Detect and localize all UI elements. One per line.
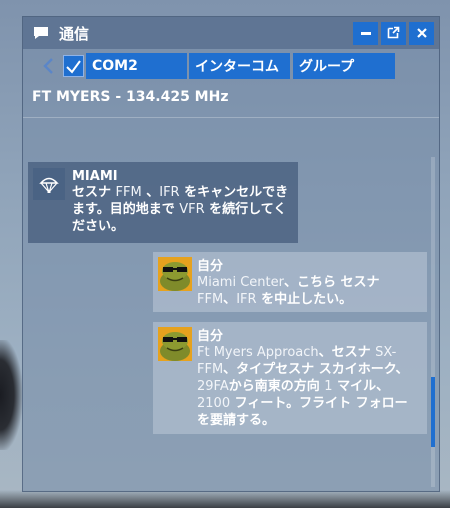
message-body: Miami Center、こちら セスナ FFM、IFR を中止したい。	[197, 274, 419, 308]
scrollbar[interactable]	[431, 157, 435, 487]
close-icon	[416, 24, 428, 43]
pilot-frog-avatar	[158, 327, 192, 361]
message-self: 自分 Miami Center、こちら セスナ FFM、IFR を中止したい。	[153, 252, 427, 312]
message-text-run: を中止したい。	[256, 292, 353, 307]
message-sender: 自分	[197, 329, 224, 344]
title-bar[interactable]: 通信	[23, 17, 439, 49]
message-text-run: 、	[141, 185, 160, 200]
message-text-run: 、	[223, 292, 237, 307]
message-text-run: VFR	[179, 202, 205, 217]
chat-icon	[33, 25, 49, 39]
minimize-button[interactable]	[353, 22, 378, 45]
frequency-label: FT MYERS - 134.425 MHz	[32, 89, 229, 105]
message-text-run: セスナ	[72, 185, 116, 200]
message-text-run: 2100	[197, 396, 231, 411]
tab-bar: COM2 インターコム グループ	[23, 53, 439, 79]
message-text-run: Miami Center	[197, 275, 284, 290]
tab-intercom-label: インターコム	[195, 59, 279, 75]
close-button[interactable]	[409, 22, 434, 45]
scrollbar-thumb[interactable]	[431, 377, 435, 447]
comms-window: 通信 COM2 インターコム グループ FT MYERS - 134.425 M…	[22, 16, 440, 492]
message-text-run: マイル、	[332, 379, 390, 394]
pilot-frog-avatar	[158, 257, 192, 291]
divider	[23, 117, 439, 118]
message-text-run: 、タイプセスナ スカイホーク、	[223, 362, 409, 377]
message-text-run: 、こちら セスナ	[283, 275, 380, 290]
message-self: 自分 Ft Myers Approach、セスナ SX-FFM、タイプセスナ ス…	[153, 322, 427, 434]
window-title: 通信	[59, 25, 90, 43]
message-text-run: 、セスナ	[318, 345, 376, 360]
tab-select-checkbox[interactable]	[63, 55, 84, 77]
message-text-run: FFM	[197, 292, 224, 307]
message-atc: MIAMI セスナ FFM 、IFR をキャンセルできます。目的地まで VFR …	[28, 162, 298, 243]
message-body: セスナ FFM 、IFR をキャンセルできます。目的地まで VFR を続行してく…	[72, 184, 290, 235]
popout-icon	[387, 24, 400, 43]
atc-parachute-icon	[33, 168, 65, 200]
message-text-run: FFM	[115, 185, 142, 200]
message-sender: 自分	[197, 259, 224, 274]
checkmark-icon	[64, 60, 83, 80]
chevron-left-icon	[39, 58, 61, 81]
tab-back-button[interactable]	[39, 55, 61, 77]
message-text-run: Ft Myers Approach	[197, 345, 319, 360]
tab-group-label: グループ	[299, 59, 355, 75]
tab-intercom[interactable]: インターコム	[189, 53, 290, 79]
background-bottom	[0, 490, 450, 508]
message-body: Ft Myers Approach、セスナ SX-FFM、タイプセスナ スカイホ…	[197, 344, 419, 429]
message-sender: MIAMI	[72, 169, 118, 184]
message-text-run: IFR	[236, 292, 257, 307]
minimize-icon	[360, 24, 372, 43]
message-text-run: 1	[324, 379, 333, 394]
tab-com2[interactable]: COM2	[86, 53, 187, 79]
message-text-run: から南東の方向	[228, 379, 325, 394]
tab-com2-label: COM2	[92, 58, 138, 74]
background-object	[0, 340, 22, 450]
popout-button[interactable]	[381, 22, 406, 45]
message-text-run: 29FA	[197, 379, 229, 394]
tab-group[interactable]: グループ	[293, 53, 395, 79]
message-text-run: IFR	[159, 185, 180, 200]
